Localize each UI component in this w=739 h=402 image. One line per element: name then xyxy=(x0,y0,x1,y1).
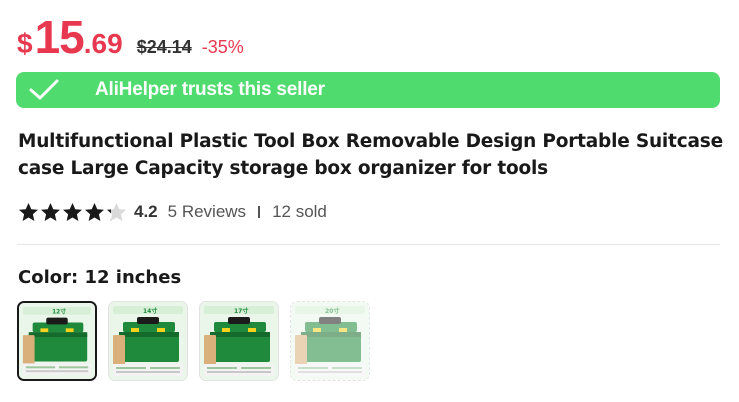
toolbox-thumbnail: 12寸 xyxy=(19,303,95,379)
size-label: 12寸 xyxy=(52,308,66,316)
star-icon xyxy=(19,203,38,221)
separator xyxy=(258,206,261,218)
toolbox-thumbnail: 20寸 xyxy=(291,302,369,380)
star-icon xyxy=(63,203,82,221)
rating-value: 4.2 xyxy=(134,202,158,221)
trust-text: AliHelper trusts this seller xyxy=(95,79,325,100)
color-options: 12寸 14寸 17寸 20寸 xyxy=(17,301,381,381)
checkmark-icon xyxy=(29,79,59,100)
original-price: $24.14 xyxy=(136,37,192,57)
toolbox-thumbnail: 17寸 xyxy=(200,302,278,380)
star-icon xyxy=(107,203,126,221)
discount-badge: -35% xyxy=(201,37,244,57)
rating-row: 4.2 5 Reviews 12 sold xyxy=(18,200,327,224)
currency-symbol: $ xyxy=(17,28,33,59)
price-row: $ 15 .69 $24.14 -35% xyxy=(17,10,244,63)
star-rating[interactable] xyxy=(18,202,128,222)
price-integer: 15 xyxy=(34,11,85,63)
price-decimal: .69 xyxy=(83,28,123,59)
seller-trust-banner: AliHelper trusts this seller xyxy=(16,72,720,108)
color-option[interactable]: 17寸 xyxy=(199,301,279,381)
star-icon xyxy=(41,203,60,221)
color-option[interactable]: 14寸 xyxy=(108,301,188,381)
sold-count: 12 sold xyxy=(272,202,327,221)
color-option[interactable]: 12寸 xyxy=(17,301,97,381)
reviews-link[interactable]: 5 Reviews xyxy=(168,202,246,222)
toolbox-thumbnail: 14寸 xyxy=(109,302,187,380)
size-label: 20寸 xyxy=(325,307,339,315)
product-title: Multifunctional Plastic Tool Box Removab… xyxy=(18,131,723,179)
size-label: 14寸 xyxy=(143,307,157,315)
divider xyxy=(17,244,720,245)
star-icon xyxy=(85,203,104,221)
color-label: Color: 12 inches xyxy=(18,267,182,288)
size-label: 17寸 xyxy=(234,307,248,315)
color-option: 20寸 xyxy=(290,301,370,381)
